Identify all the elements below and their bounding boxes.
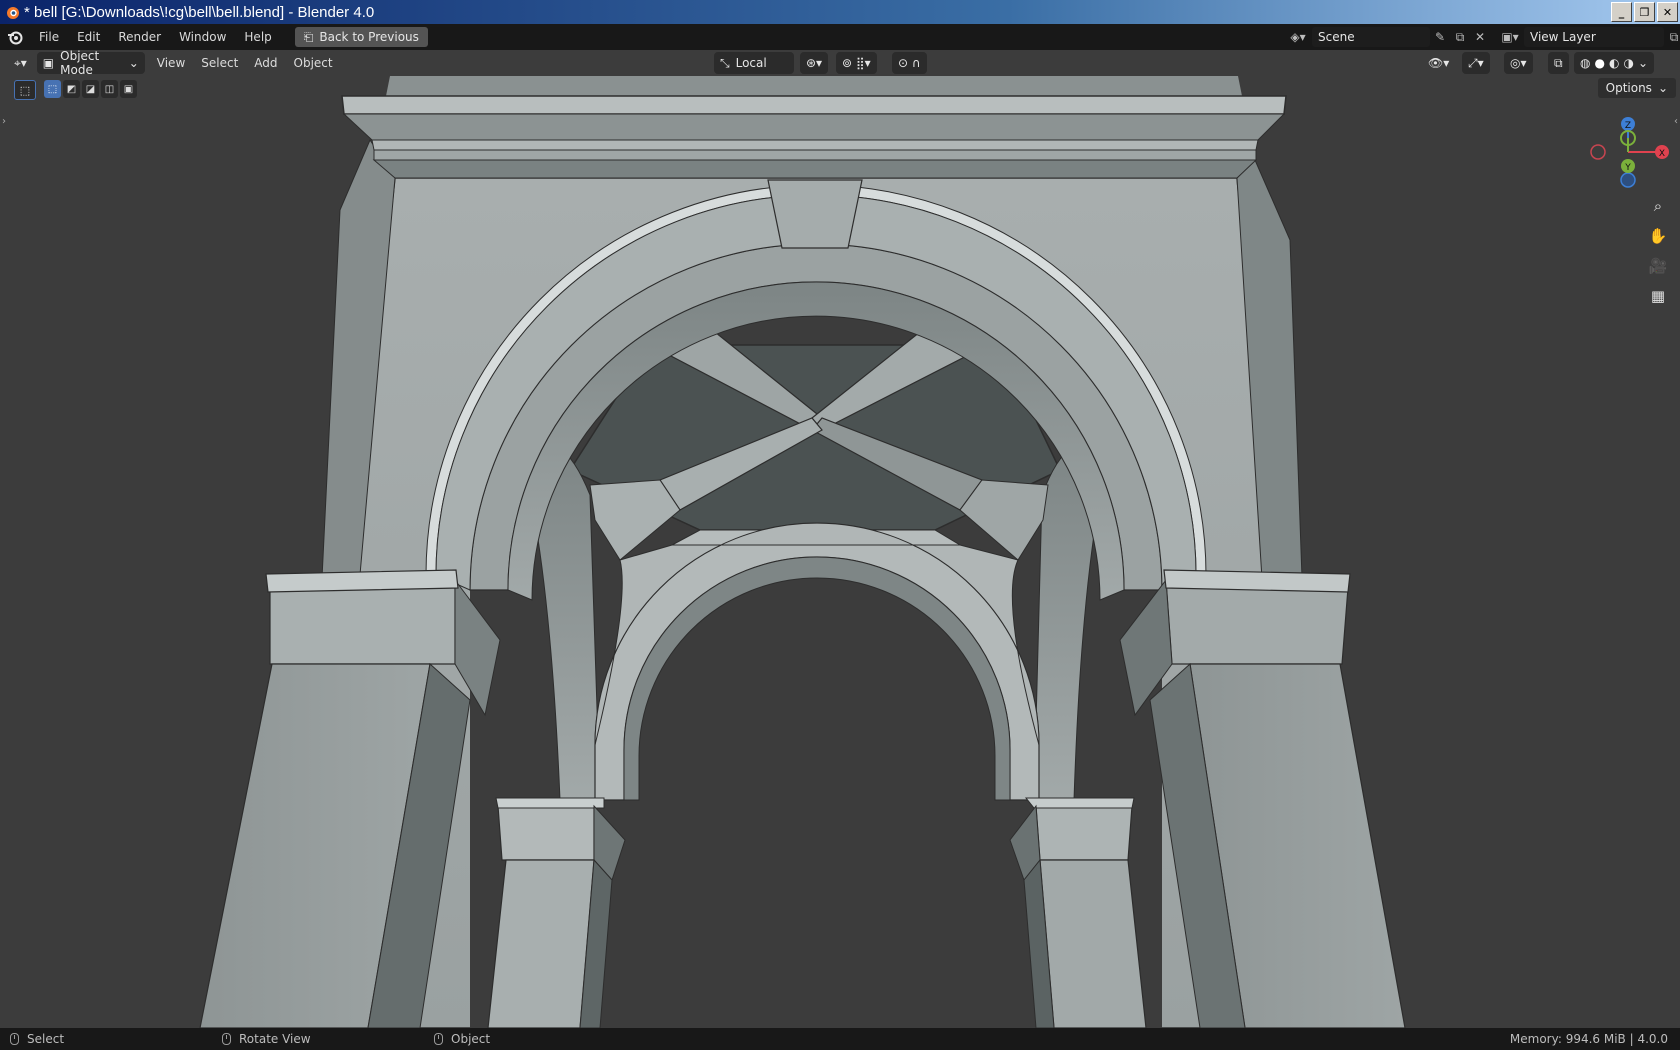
chevron-down-icon[interactable]: ⌄ — [1638, 56, 1648, 70]
ortho-grid-icon[interactable]: ▦ — [1645, 283, 1671, 309]
memory-label: Memory: 994.6 MiB | 4.0.0 — [1509, 1032, 1668, 1046]
restore-button[interactable]: ❐ — [1634, 2, 1655, 22]
status-object-label: Object — [451, 1032, 491, 1046]
y-axis-label: Y — [1624, 163, 1631, 173]
options-dropdown[interactable]: Options ⌄ — [1597, 78, 1676, 98]
gizmo-toggle-icon[interactable]: ⤢▾ — [1462, 52, 1490, 74]
window-titlebar: * bell [G:\Downloads\!cg\bell\bell.blend… — [0, 0, 1680, 24]
transform-orientation-label: Local — [735, 56, 767, 70]
delete-scene-icon[interactable]: ✕ — [1470, 27, 1490, 47]
proportional-edit-icon[interactable]: ⊙ ∩ — [892, 52, 927, 74]
pan-hand-icon[interactable]: ✋ — [1645, 223, 1671, 249]
3d-viewport[interactable] — [0, 76, 1680, 1028]
pivot-point-icon[interactable]: ⊛▾ — [800, 52, 829, 74]
object-mode-label: Object Mode — [60, 49, 100, 77]
scene-type-icon[interactable]: ◈▾ — [1284, 27, 1312, 47]
menu-help[interactable]: Help — [235, 30, 280, 44]
editor-type-icon[interactable]: ⌖▾ — [8, 52, 33, 74]
zoom-icon[interactable]: ⌕ — [1645, 193, 1671, 219]
blender-logo-icon[interactable] — [0, 29, 30, 45]
solid-shading-icon[interactable]: ● — [1594, 56, 1604, 70]
snap-toggle-icon[interactable]: ⊚ ⣿▾ — [836, 52, 877, 74]
navigation-gizmo[interactable]: Z Y X — [1584, 112, 1674, 192]
chevron-down-icon: ⌄ — [1657, 81, 1668, 95]
selection-mode-group: ⬚ ◩ ◪ ◫ ▣ — [44, 80, 137, 98]
overlays-toggle-icon[interactable]: ◎▾ — [1504, 52, 1533, 74]
menu-view[interactable]: View — [149, 56, 193, 70]
status-left-click: Select — [10, 1032, 64, 1046]
view-layer-field[interactable]: View Layer — [1524, 27, 1664, 47]
neg-z-axis-icon[interactable] — [1620, 172, 1636, 188]
back-icon: ⎗ — [303, 29, 314, 44]
chevron-down-icon: ⌄ — [128, 56, 139, 70]
viewport-header: ⌖▾ ▣ Object Mode ⌄ View Select Add Objec… — [0, 49, 1680, 77]
status-bar: Select Rotate View Object Memory: 994.6 … — [0, 1028, 1680, 1050]
back-to-previous-label: Back to Previous — [319, 30, 419, 44]
menu-file[interactable]: File — [30, 30, 68, 44]
selection-subtract-icon[interactable]: ◪ — [82, 80, 99, 98]
selection-intersect-icon[interactable]: ▣ — [120, 80, 137, 98]
pin-scene-icon[interactable]: ✎ — [1430, 27, 1450, 47]
status-middle-click: Rotate View — [222, 1032, 311, 1046]
new-scene-icon[interactable]: ⧉ — [1450, 27, 1470, 47]
toolbar-expand-icon[interactable]: › — [2, 116, 6, 127]
scene-field[interactable]: Scene — [1312, 27, 1430, 47]
menu-window[interactable]: Window — [170, 30, 235, 44]
close-button[interactable]: ✕ — [1657, 2, 1678, 22]
status-right-click: Object — [434, 1032, 490, 1046]
camera-icon[interactable]: 🎥 — [1645, 253, 1671, 279]
options-label: Options — [1605, 81, 1652, 95]
scene-name: Scene — [1318, 30, 1355, 44]
minimize-button[interactable]: _ — [1611, 2, 1632, 22]
x-axis-label: X — [1659, 149, 1665, 159]
view-layer-type-icon[interactable]: ▣▾ — [1496, 27, 1524, 47]
menu-edit[interactable]: Edit — [68, 30, 109, 44]
selection-invert-icon[interactable]: ◫ — [101, 80, 118, 98]
top-menubar: File Edit Render Window Help ⎗ Back to P… — [0, 24, 1680, 50]
xray-toggle-icon[interactable]: ⧉ — [1548, 52, 1569, 74]
shading-modes: ◍ ● ◐ ◑ ⌄ — [1574, 52, 1654, 74]
material-shading-icon[interactable]: ◐ — [1609, 56, 1619, 70]
mouse-middle-icon — [222, 1033, 231, 1045]
window-title: * bell [G:\Downloads\!cg\bell\bell.blend… — [24, 3, 375, 21]
status-rotate-label: Rotate View — [239, 1032, 311, 1046]
menu-object[interactable]: Object — [286, 56, 341, 70]
orientation-icon: ⤡ — [720, 55, 730, 70]
sidebar-expand-icon[interactable]: ‹ — [1674, 116, 1678, 127]
selection-extend-icon[interactable]: ◩ — [63, 80, 80, 98]
menu-select[interactable]: Select — [193, 56, 246, 70]
visibility-icon[interactable]: 👁▾ — [1422, 52, 1455, 74]
blender-app-icon — [7, 7, 19, 19]
view-layer-name: View Layer — [1530, 30, 1596, 44]
scene-selector: ◈▾ Scene ✎ ⧉ ✕ ▣▾ View Layer ⧉ ✕ — [1284, 26, 1680, 48]
menu-add[interactable]: Add — [246, 56, 285, 70]
transform-orientation-dropdown[interactable]: ⤡ Local — [714, 52, 794, 74]
bell-tower-arch-model[interactable] — [0, 76, 1680, 1028]
z-axis-label: Z — [1625, 121, 1631, 131]
menu-render[interactable]: Render — [109, 30, 170, 44]
back-to-previous-button[interactable]: ⎗ Back to Previous — [294, 27, 428, 47]
mouse-left-icon — [10, 1033, 19, 1045]
neg-x-axis-icon[interactable] — [1590, 144, 1606, 160]
wireframe-shading-icon[interactable]: ◍ — [1580, 56, 1590, 70]
status-select-label: Select — [27, 1032, 65, 1046]
mouse-right-icon — [434, 1033, 443, 1045]
status-memory: Memory: 994.6 MiB | 4.0.0 — [1510, 1032, 1668, 1046]
selection-new-icon[interactable]: ⬚ — [44, 80, 61, 98]
select-tool-icon[interactable]: ⬚ — [14, 80, 36, 100]
object-mode-icon: ▣ — [42, 56, 55, 70]
new-view-layer-icon[interactable]: ⧉ — [1664, 27, 1680, 47]
object-mode-dropdown[interactable]: ▣ Object Mode ⌄ — [36, 49, 145, 77]
rendered-shading-icon[interactable]: ◑ — [1623, 56, 1633, 70]
